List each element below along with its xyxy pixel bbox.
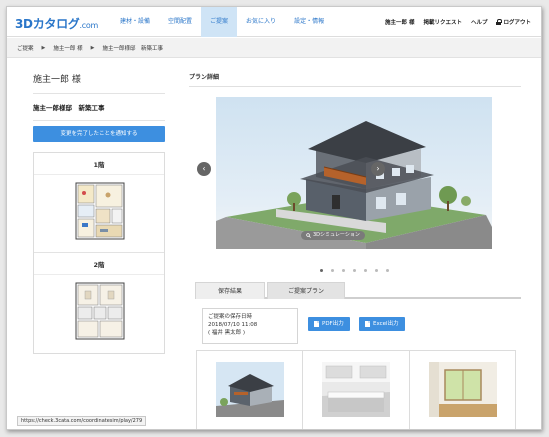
thumbnail-kitchen[interactable]: [302, 350, 409, 429]
nav-item-materials[interactable]: 建材・設備: [111, 7, 159, 37]
floor-plans: 1階 2階: [33, 152, 165, 354]
carousel-dot[interactable]: [342, 269, 345, 272]
carousel-dot[interactable]: [364, 269, 367, 272]
carousel-dot[interactable]: [331, 269, 334, 272]
top-navigation: 3Dカタログ.com 建材・設備 空間配置 ご提案 お気に入り 設定・情報 施主…: [7, 7, 541, 37]
pdf-export-label: PDF出力: [322, 321, 344, 327]
logout-label: ログアウト: [503, 20, 531, 26]
save-info-datetime: 2018/07/10 11:08: [208, 322, 258, 328]
breadcrumb-separator-icon: ▶: [90, 44, 95, 51]
tab-proposal-plan[interactable]: ご提案プラン: [267, 282, 345, 299]
tab-saved-results[interactable]: 保存結果: [195, 282, 265, 299]
nav-item-favorites[interactable]: お気に入り: [237, 7, 285, 37]
status-bar-url: https://check.3cata.com/coordinatesim/pl…: [17, 416, 147, 426]
plan-image-carousel: ‹ › 3Dシミュレーション: [189, 90, 521, 250]
save-info-box: ご提案の保存日時 2018/07/10 11:08 ( 福井 黒太郎 ): [202, 308, 298, 344]
save-info-label: ご提案の保存日時: [208, 314, 253, 320]
header-right-links: 施主一郎 様 掲載リクエスト ヘルプ ログアウト: [385, 7, 531, 37]
carousel-dot[interactable]: [375, 269, 378, 272]
floor-plan-1[interactable]: 1階: [34, 153, 164, 253]
floor-title: 1階: [34, 153, 164, 175]
logo-text: 3Dカタログ: [15, 17, 80, 31]
excel-export-button[interactable]: Excel出力: [359, 317, 405, 331]
site-logo[interactable]: 3Dカタログ.com: [15, 15, 98, 32]
excel-export-label: Excel出力: [373, 321, 399, 327]
nav-item-settings[interactable]: 設定・情報: [285, 7, 333, 37]
notify-completion-button[interactable]: 変更を完了したことを通知する: [33, 126, 165, 142]
floor-title: 2階: [34, 253, 164, 275]
save-info-author: ( 福井 黒太郎 ): [208, 330, 246, 336]
breadcrumb-item-proposal[interactable]: ご提案: [17, 44, 34, 52]
help-link[interactable]: ヘルプ: [471, 18, 488, 26]
plan-thumbnails: [196, 350, 516, 429]
left-panel: 施主一郎 様 施主一郎様邸 新築工事 変更を完了したことを通知する 1階 2階: [33, 72, 165, 354]
3d-simulation-button[interactable]: 3Dシミュレーション: [301, 231, 365, 240]
result-tabs: 保存結果 ご提案プラン: [195, 282, 521, 299]
carousel-next-icon[interactable]: ›: [371, 162, 385, 176]
thumbnail-interior-image: [428, 362, 497, 417]
document-icon: [314, 321, 319, 327]
thumbnail-kitchen-image: [322, 362, 391, 417]
floor-plan-2-image: [75, 282, 125, 340]
user-name: 施主一郎 様: [385, 20, 415, 26]
thumbnail-interior[interactable]: [408, 350, 516, 429]
carousel-dot[interactable]: [386, 269, 389, 272]
carousel-dot[interactable]: [320, 269, 323, 272]
project-name: 施主一郎様邸 新築工事: [33, 102, 165, 121]
carousel-prev-icon[interactable]: ‹: [197, 162, 211, 176]
main-nav: 建材・設備 空間配置 ご提案 お気に入り 設定・情報: [111, 7, 333, 37]
carousel-indicators: [320, 269, 389, 272]
search-icon: [306, 233, 311, 238]
breadcrumb-item-project: 施主一郎様邸 新築工事: [102, 45, 163, 52]
breadcrumb-item-owner[interactable]: 施主一郎 様: [53, 44, 82, 52]
owner-name: 施主一郎 様: [33, 72, 165, 94]
floor-plan-1-image: [75, 182, 125, 240]
thumbnail-exterior-image: [216, 362, 284, 417]
lock-icon: [496, 19, 503, 25]
nav-item-space-layout[interactable]: 空間配置: [159, 7, 201, 37]
browser-page: 3Dカタログ.com 建材・設備 空間配置 ご提案 お気に入り 設定・情報 施主…: [6, 6, 542, 430]
house-render-illustration: [216, 121, 492, 249]
document-icon: [365, 321, 370, 327]
logo-suffix: .com: [79, 21, 99, 30]
3d-simulation-label: 3Dシミュレーション: [313, 232, 360, 238]
plan-detail-panel: プラン詳細 ‹ › 3Dシミュレーション 保存結果 ご提案プラン ご提案の保存日…: [189, 72, 521, 429]
house-render-image[interactable]: [216, 97, 492, 249]
breadcrumb: ご提案 ▶ 施主一郎 様 ▶ 施主一郎様邸 新築工事: [7, 38, 541, 58]
section-title: プラン詳細: [189, 72, 521, 87]
pdf-export-button[interactable]: PDF出力: [308, 317, 350, 331]
nav-item-proposal[interactable]: ご提案: [201, 7, 238, 37]
floor-plan-2[interactable]: 2階: [34, 253, 164, 353]
logout-link[interactable]: ログアウト: [496, 18, 531, 26]
listing-request-link[interactable]: 掲載リクエスト: [423, 18, 462, 26]
carousel-dot[interactable]: [353, 269, 356, 272]
breadcrumb-separator-icon: ▶: [41, 44, 46, 51]
thumbnail-exterior[interactable]: [196, 350, 303, 429]
